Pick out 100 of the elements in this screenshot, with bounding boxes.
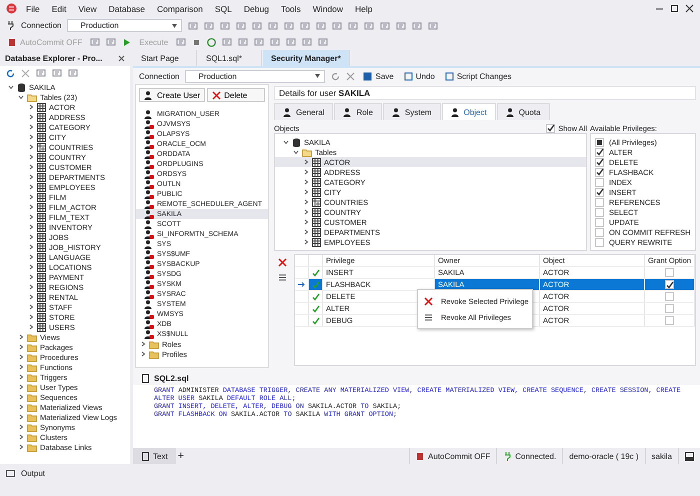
privilege-checkbox[interactable] <box>595 188 604 196</box>
details-title: Details for user SAKILA <box>279 88 370 98</box>
table-icon <box>37 212 46 222</box>
menu-item[interactable]: Edit <box>48 4 70 14</box>
table-icon <box>312 168 321 176</box>
check-icon <box>666 280 674 288</box>
user-icon <box>392 108 402 116</box>
refresh-icon <box>6 68 15 78</box>
table-icon <box>37 182 46 192</box>
toolbar-button[interactable]: Script Changes <box>442 72 514 80</box>
grid-icon <box>284 20 294 30</box>
menu-item[interactable]: Comparison <box>154 4 206 14</box>
menu-item[interactable]: Window <box>310 4 346 14</box>
view-icon <box>37 142 46 152</box>
stop-icon <box>192 38 202 46</box>
panel-title: Database Explorer - Pro... <box>5 54 102 62</box>
table-icon <box>37 222 46 232</box>
autocommit-status: AutoCommit OFF <box>409 448 496 464</box>
menu-item[interactable]: View <box>75 4 100 14</box>
table-icon <box>37 292 46 302</box>
table-icon <box>37 102 46 112</box>
grid-icon <box>302 37 312 47</box>
grid-icon <box>254 37 264 47</box>
user-icon <box>506 108 516 116</box>
view-tab[interactable]: Text <box>133 448 176 464</box>
privilege-checkbox[interactable] <box>595 158 604 166</box>
app-logo-icon <box>6 3 17 14</box>
user-status: sakila <box>644 448 678 464</box>
table-icon <box>312 208 321 216</box>
tab[interactable]: Object <box>442 103 496 120</box>
arrow-icon <box>298 282 306 287</box>
clock-icon <box>207 38 216 46</box>
editor-tab[interactable]: SQL2.sql <box>133 371 700 385</box>
grant-checkbox[interactable] <box>665 280 674 289</box>
connection-dropdown[interactable]: Production <box>185 70 326 82</box>
grid-icon <box>332 20 342 30</box>
output-tab[interactable]: Output <box>21 468 46 478</box>
grid-icon <box>270 37 280 47</box>
menu-item[interactable]: SQL <box>212 4 235 14</box>
table-icon <box>312 188 321 196</box>
caret-icon <box>315 74 320 78</box>
close-icon <box>21 68 30 78</box>
user-icon <box>450 108 461 116</box>
grid-icon <box>300 20 310 30</box>
menu-item[interactable]: Help <box>352 4 376 14</box>
privilege-checkbox[interactable] <box>595 168 604 176</box>
table-icon <box>312 158 321 166</box>
grid-icon <box>238 37 248 47</box>
table-icon <box>37 312 46 322</box>
grid-icon <box>252 20 262 30</box>
tab[interactable]: Quota <box>496 103 550 120</box>
tab[interactable]: System <box>382 103 441 120</box>
table-icon <box>37 162 46 172</box>
table-icon <box>37 262 46 272</box>
table-icon <box>312 218 321 226</box>
close-icon <box>424 296 433 306</box>
grid-icon <box>286 37 296 47</box>
table-icon <box>37 202 46 212</box>
connection-dropdown[interactable]: Production <box>67 19 182 32</box>
maximize-icon <box>670 4 679 13</box>
menu-item[interactable]: File <box>23 4 43 14</box>
connection-label: Connection <box>21 21 62 30</box>
add-tab-button[interactable]: + <box>176 450 186 462</box>
tab[interactable]: Role <box>334 103 382 120</box>
document-icon <box>141 374 150 382</box>
toolbar-button[interactable]: Undo <box>402 72 437 80</box>
partial-icon <box>597 140 602 144</box>
delete-button[interactable]: Delete <box>207 88 265 102</box>
user-icon <box>283 108 293 116</box>
toolbar-button[interactable]: Save <box>361 72 396 80</box>
create-user-button[interactable]: Create User <box>139 88 206 102</box>
check-icon <box>596 188 604 196</box>
table-icon <box>37 272 46 282</box>
document-tab[interactable]: Security Manager* <box>263 50 350 66</box>
close-icon <box>118 54 125 62</box>
user-icon <box>343 108 354 116</box>
document-icon <box>141 452 150 460</box>
menu-item[interactable]: Tools <box>278 4 304 14</box>
grid-icon <box>380 20 390 30</box>
table-icon <box>37 282 46 292</box>
grid-icon <box>220 20 230 30</box>
close-icon <box>346 72 356 80</box>
table-icon <box>37 132 46 142</box>
menu-item[interactable]: Database <box>106 4 148 14</box>
menu-item[interactable]: Debug <box>240 4 272 14</box>
show-all-checkbox[interactable] <box>546 124 556 132</box>
table-icon <box>37 112 46 122</box>
close-icon <box>278 258 288 267</box>
output-icon <box>6 468 15 478</box>
privilege-checkbox[interactable] <box>595 148 604 156</box>
tab[interactable]: General <box>274 103 334 120</box>
list-icon <box>424 312 433 322</box>
all-privileges-checkbox[interactable] <box>595 138 604 146</box>
check-icon <box>546 124 555 132</box>
table-icon <box>37 232 46 242</box>
grid-icon <box>236 20 246 30</box>
table-icon <box>37 192 46 202</box>
refresh-icon <box>331 72 340 80</box>
table-icon <box>37 302 46 312</box>
grid-icon <box>412 20 422 30</box>
